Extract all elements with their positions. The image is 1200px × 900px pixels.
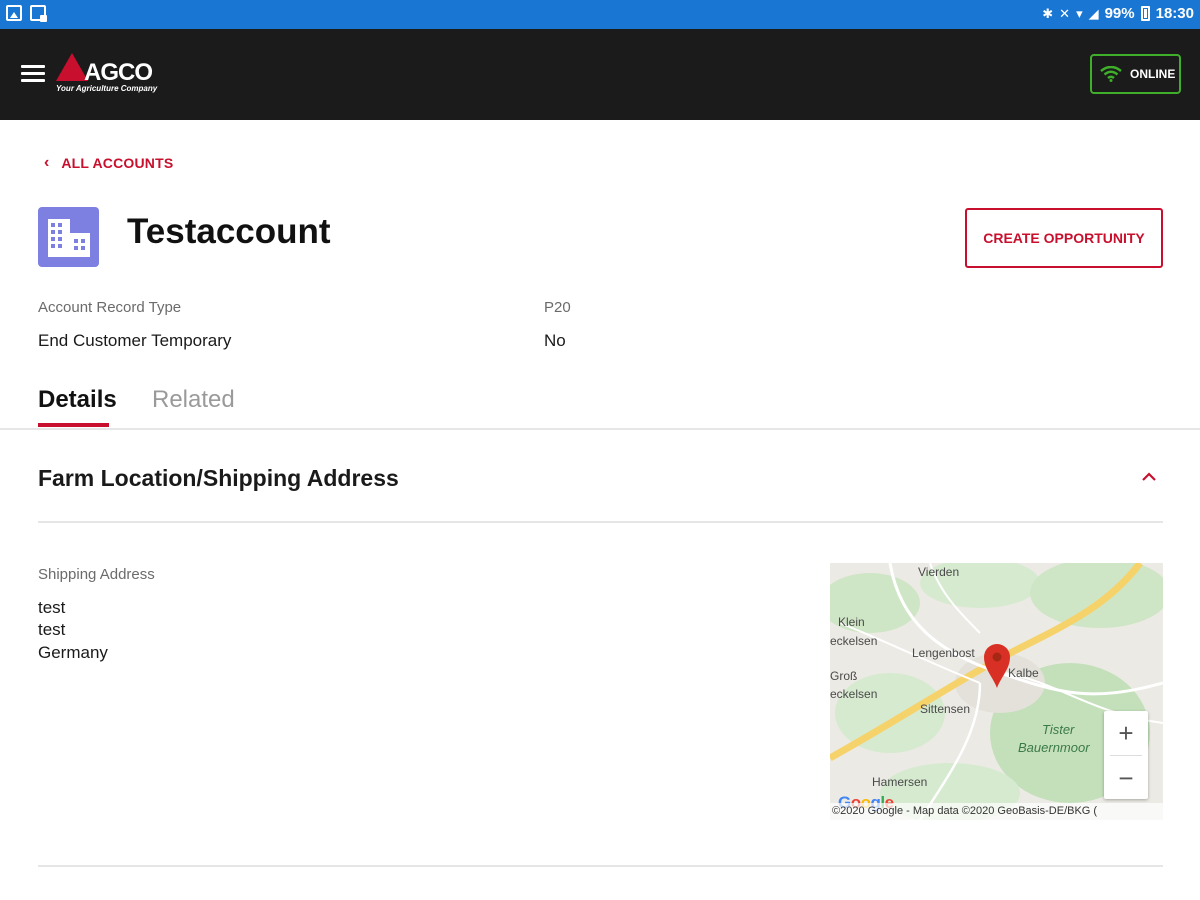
clock: 18:30	[1155, 5, 1194, 22]
hamburger-menu-icon[interactable]	[21, 65, 45, 83]
map-place-label: Hamersen	[872, 775, 928, 789]
map-place-label: Vierden	[918, 565, 960, 579]
chevron-left-icon: ‹	[44, 154, 50, 171]
map-place-label: Bauernmoor	[1018, 740, 1090, 755]
app-header: AGCO Your Agriculture Company ONLINE	[0, 29, 1200, 120]
address-line-3: Germany	[38, 643, 108, 662]
active-tab-indicator	[38, 423, 109, 427]
status-notifications	[6, 5, 47, 22]
chevron-up-icon[interactable]	[1138, 466, 1160, 488]
map-pin-icon[interactable]	[983, 643, 1011, 689]
address-line-1: test	[38, 598, 66, 617]
map-zoom-controls: + −	[1104, 711, 1148, 799]
map-attribution[interactable]: ©2020 Google - Map data ©2020 GeoBasis-D…	[830, 803, 1163, 820]
tab-details[interactable]: Details	[38, 386, 117, 414]
map-place-label: Sittensen	[920, 702, 971, 716]
section-divider	[38, 521, 1163, 523]
bluetooth-icon: ✱	[1042, 5, 1054, 21]
wifi-status-icon: ▾	[1076, 5, 1083, 21]
signal-icon: ◢	[1088, 5, 1099, 21]
tab-related[interactable]: Related	[152, 386, 235, 414]
field-label-end-customer: End Customer Temporary	[38, 331, 232, 350]
zoom-out-button[interactable]: −	[1104, 756, 1148, 800]
map-place-label: eckelsen	[830, 687, 878, 701]
back-label: ALL ACCOUNTS	[61, 155, 174, 171]
map-place-label: Lengenbost	[912, 646, 975, 660]
screenshot-notification-icon	[30, 5, 47, 22]
zoom-in-button[interactable]: +	[1104, 711, 1148, 755]
logo-text: AGCO	[84, 59, 153, 86]
map-place-label: Groß	[830, 669, 858, 683]
map-place-label: eckelsen	[830, 634, 878, 648]
mute-icon: ✕	[1059, 5, 1071, 21]
shipping-address-map[interactable]: Vierden Klein eckelsen Lengenbost Kalbe …	[830, 563, 1163, 820]
logo-tagline: Your Agriculture Company	[56, 84, 158, 93]
address-line-2: test	[38, 620, 66, 639]
battery-percent: 99%	[1104, 5, 1135, 22]
field-value-record-type: P20	[544, 299, 571, 316]
map-place-label: Kalbe	[1008, 666, 1039, 680]
field-value-end-customer: No	[544, 331, 566, 350]
create-opportunity-button[interactable]: CREATE OPPORTUNITY	[965, 208, 1163, 268]
back-to-accounts-link[interactable]: ‹ ALL ACCOUNTS	[44, 153, 173, 173]
tabs-divider	[0, 428, 1200, 430]
online-status-badge[interactable]: ONLINE	[1090, 54, 1181, 94]
agco-logo: AGCO Your Agriculture Company	[56, 51, 186, 99]
status-indicators: ✱ ✕ ▾ ◢ 99% 18:30	[1042, 5, 1194, 22]
map-place-label: Tister	[1042, 722, 1075, 737]
system-status-bar: ✱ ✕ ▾ ◢ 99% 18:30	[0, 0, 1200, 29]
map-place-label: Klein	[838, 615, 865, 629]
section-title: Farm Location/Shipping Address	[38, 465, 399, 491]
battery-icon	[1140, 6, 1150, 21]
shipping-address-label: Shipping Address	[38, 566, 155, 583]
field-label-record-type: Account Record Type	[38, 299, 182, 316]
wifi-icon	[1100, 66, 1122, 82]
online-label: ONLINE	[1130, 67, 1176, 81]
building-icon	[38, 207, 99, 267]
gallery-notification-icon	[6, 5, 22, 21]
account-name: Testaccount	[127, 212, 331, 251]
section-bottom-divider	[38, 865, 1163, 867]
